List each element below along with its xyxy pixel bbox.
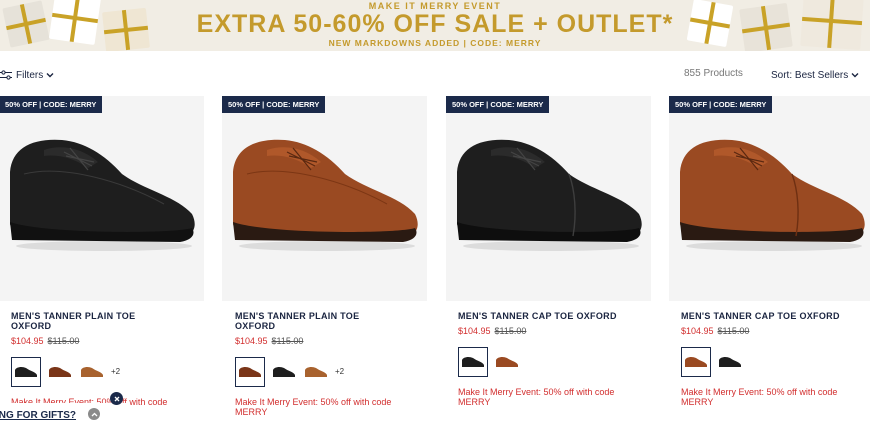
product-card[interactable]: 50% OFF | CODE: MERRY MEN'S TANNER CAP T… [669, 96, 870, 407]
original-price: $115.00 [271, 336, 304, 346]
close-icon[interactable] [110, 392, 123, 405]
close-glyph [114, 396, 119, 401]
product-title[interactable]: MEN'S TANNER PLAIN TOE OXFORD [222, 311, 397, 331]
product-image[interactable]: 50% OFF | CODE: MERRY [446, 96, 651, 301]
filters-button[interactable]: Filters [0, 66, 58, 84]
original-price: $115.00 [717, 326, 750, 336]
banner-headline: EXTRA 50-60% OFF SALE + OUTLET* [196, 10, 674, 38]
product-title[interactable]: MEN'S TANNER CAP TOE OXFORD [669, 311, 859, 321]
more-colors[interactable]: +2 [111, 367, 120, 376]
color-swatches [446, 347, 651, 377]
black-shoe-swatch-icon [15, 366, 37, 377]
brown-shoe-swatch-icon [496, 356, 518, 367]
product-image[interactable]: 50% OFF | CODE: MERRY [0, 96, 204, 301]
chevron-down-icon [46, 73, 54, 78]
sale-price: $104.95 [235, 336, 268, 346]
color-swatch-black[interactable] [269, 357, 299, 387]
chevron-up-glyph [91, 412, 97, 416]
discount-badge: 50% OFF | CODE: MERRY [0, 96, 103, 113]
chevron-up-icon[interactable] [88, 408, 100, 420]
color-swatch-brown[interactable] [681, 347, 711, 377]
sale-price: $104.95 [681, 326, 714, 336]
color-swatch-brown[interactable] [45, 357, 75, 387]
color-swatch-tan[interactable] [77, 357, 107, 387]
brown-shoe-swatch-icon [685, 356, 707, 367]
chevron-down-icon [851, 73, 859, 78]
gift-finder-widget[interactable]: SHOPPING FOR GIFTS? [0, 403, 130, 423]
product-price: $104.95 $115.00 [446, 326, 651, 337]
promo-text: Make It Merry Event: 50% off with code M… [681, 387, 838, 407]
sale-price: $104.95 [11, 336, 44, 346]
color-swatch-black[interactable] [11, 357, 41, 387]
discount-badge: 50% OFF | CODE: MERRY [446, 96, 550, 113]
product-image[interactable]: 50% OFF | CODE: MERRY [222, 96, 427, 301]
color-swatches: +2 [222, 357, 427, 387]
discount-badge: 50% OFF | CODE: MERRY [222, 96, 326, 113]
brown-shoe-swatch-icon [49, 366, 71, 377]
promo-text: Make It Merry Event: 50% off with code M… [235, 397, 392, 417]
promo-banner[interactable]: MAKE IT MERRY EVENT EXTRA 50-60% OFF SAL… [0, 0, 870, 51]
promo-text: Make It Merry Event: 50% off with code M… [458, 387, 615, 407]
tan-cap-toe-oxford-image [680, 139, 865, 251]
color-swatches [669, 347, 870, 377]
product-image[interactable]: 50% OFF | CODE: MERRY [669, 96, 870, 301]
tan-shoe-swatch-icon [81, 366, 103, 377]
product-card[interactable]: 50% OFF | CODE: MERRY MEN'S TANNER PLAIN… [222, 96, 427, 417]
banner-subline: NEW MARKDOWNS ADDED | CODE: MERRY [328, 38, 542, 48]
gift-widget-clip: SHOPPING FOR GIFTS? [0, 403, 95, 423]
black-shoe-swatch-icon [462, 356, 484, 367]
sort-dropdown[interactable]: Sort: Best Sellers [771, 66, 859, 84]
sort-label: Sort: Best Sellers [771, 69, 849, 81]
original-price: $115.00 [494, 326, 527, 336]
color-swatch-black[interactable] [715, 347, 745, 377]
color-swatch-tan[interactable] [301, 357, 331, 387]
color-swatches: +2 [0, 357, 204, 387]
product-title[interactable]: MEN'S TANNER PLAIN TOE OXFORD [0, 311, 174, 331]
product-title[interactable]: MEN'S TANNER CAP TOE OXFORD [446, 311, 636, 321]
product-price: $104.95 $115.00 [222, 336, 427, 347]
color-swatch-brown[interactable] [235, 357, 265, 387]
original-price: $115.00 [47, 336, 80, 346]
black-cap-toe-oxford-image [457, 139, 642, 251]
tan-plain-toe-oxford-image [233, 139, 418, 251]
filters-label: Filters [16, 69, 44, 81]
product-price: $104.95 $115.00 [0, 336, 204, 347]
product-count: 855 Products [684, 68, 743, 79]
black-shoe-swatch-icon [273, 366, 295, 377]
tan-shoe-swatch-icon [305, 366, 327, 377]
discount-badge: 50% OFF | CODE: MERRY [669, 96, 773, 113]
gift-widget-label: SHOPPING FOR GIFTS? [0, 410, 77, 421]
product-price: $104.95 $115.00 [669, 326, 870, 337]
product-card[interactable]: 50% OFF | CODE: MERRY MEN'S TANNER PLAIN… [0, 96, 204, 417]
more-colors[interactable]: +2 [335, 367, 344, 376]
black-plain-toe-oxford-image [10, 139, 195, 251]
product-card[interactable]: 50% OFF | CODE: MERRY MEN'S TANNER CAP T… [446, 96, 651, 407]
black-shoe-swatch-icon [719, 356, 741, 367]
filter-sliders-icon [0, 70, 12, 80]
sale-price: $104.95 [458, 326, 491, 336]
color-swatch-black[interactable] [458, 347, 488, 377]
color-swatch-brown[interactable] [492, 347, 522, 377]
brown-shoe-swatch-icon [239, 366, 261, 377]
